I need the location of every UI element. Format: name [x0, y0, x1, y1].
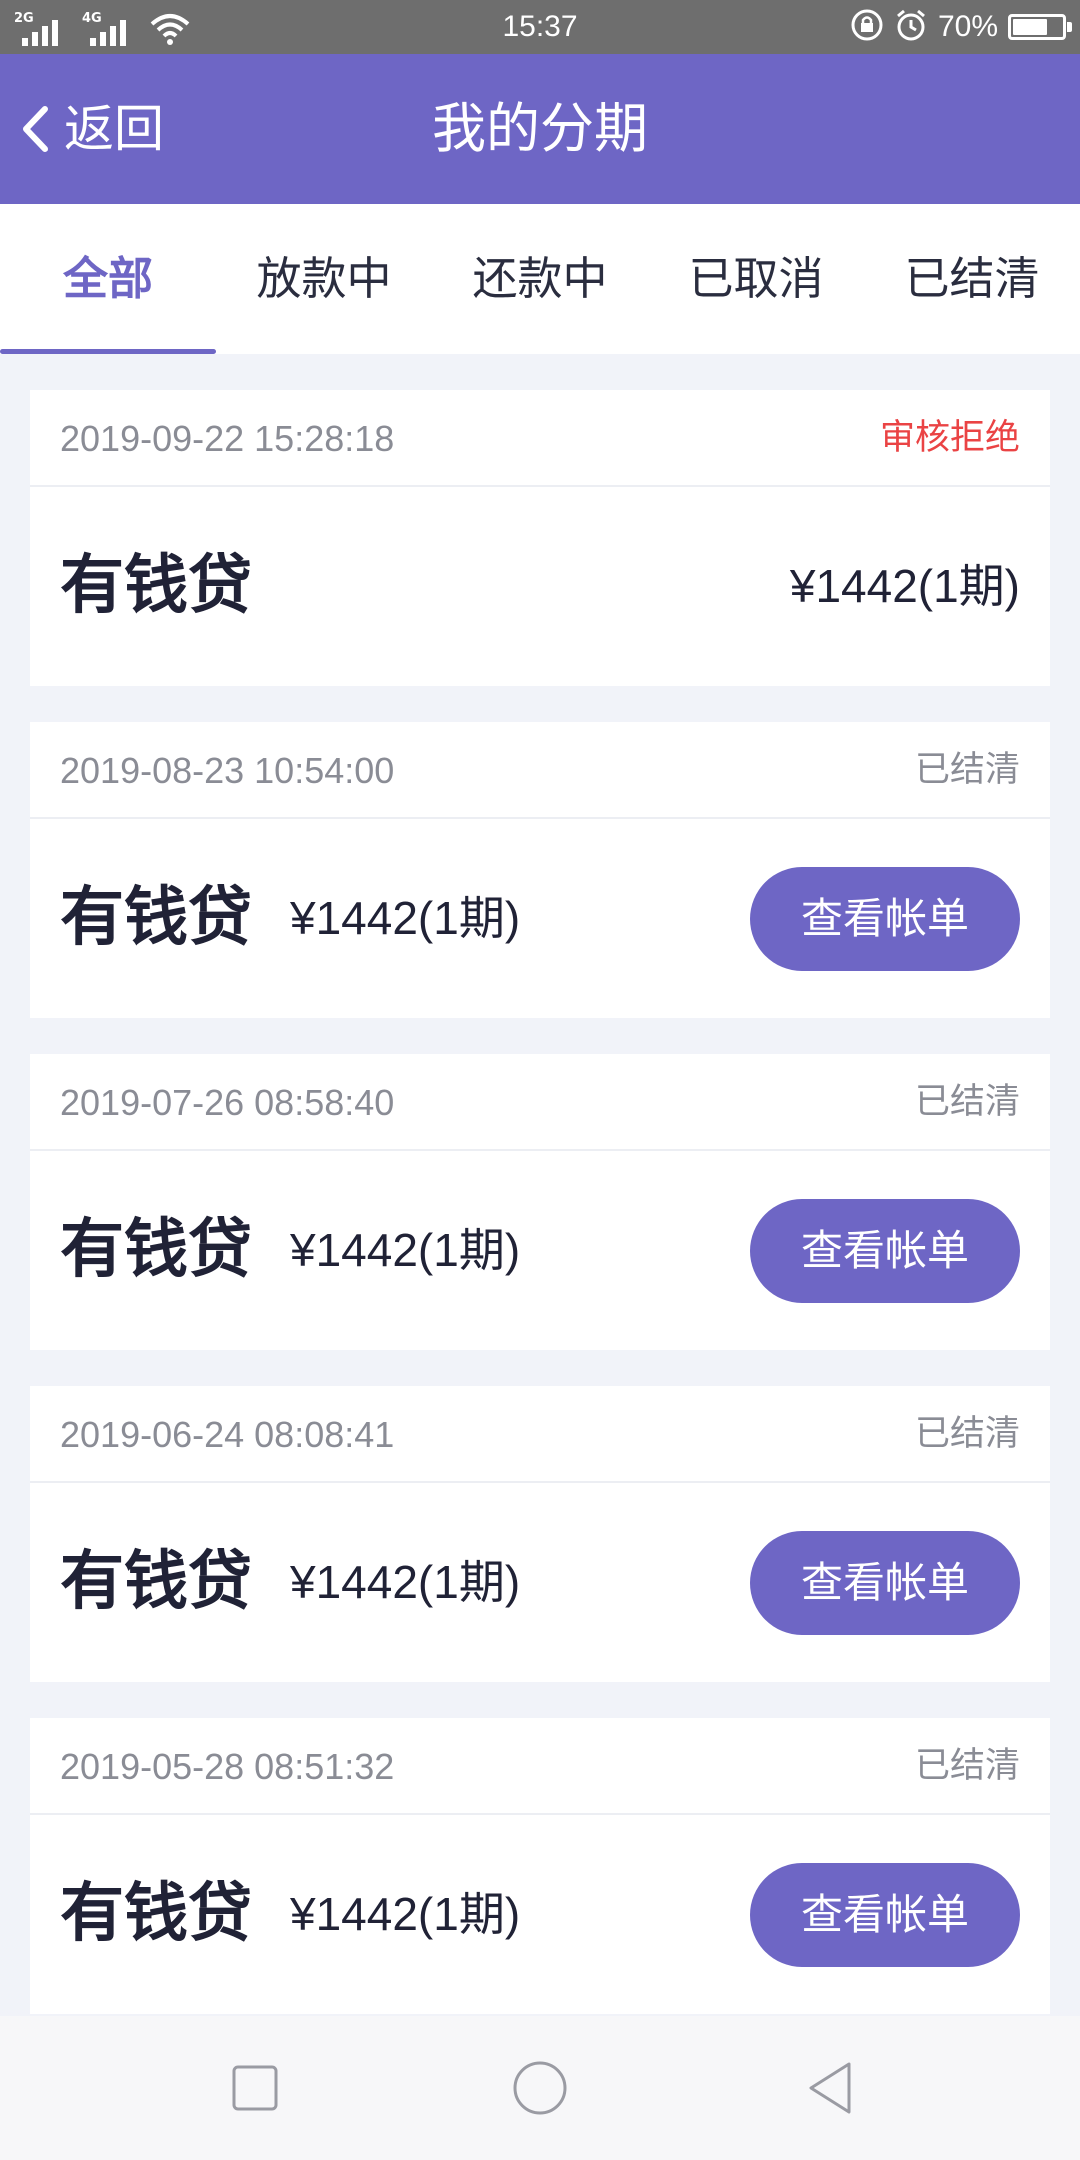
status-right: 70% — [850, 0, 1072, 54]
card-header: 2019-07-26 08:58:40 已结清 — [30, 1054, 1050, 1151]
product-name: 有钱贷 — [60, 1213, 252, 1287]
home-icon — [513, 2061, 567, 2115]
recent-apps-button[interactable] — [195, 2016, 315, 2160]
card-header: 2019-09-22 15:28:18 审核拒绝 — [30, 390, 1050, 487]
order-date: 2019-09-22 15:28:18 — [60, 418, 395, 459]
lock-rotation-icon — [850, 8, 884, 46]
order-date: 2019-08-23 10:54:00 — [60, 750, 395, 791]
status-badge: 已结清 — [914, 1414, 1020, 1454]
card-body: 有钱贷 ¥1442(1期) 查看帐单 — [30, 819, 1050, 1018]
product-name: 有钱贷 — [60, 1877, 252, 1951]
back-label: 返回 — [64, 100, 164, 158]
status-badge: 已结清 — [914, 1746, 1020, 1786]
status-badge: 审核拒绝 — [879, 418, 1020, 458]
home-button[interactable] — [480, 2016, 600, 2160]
card-header: 2019-08-23 10:54:00 已结清 — [30, 722, 1050, 819]
tab-cancelled[interactable]: 已取消 — [648, 204, 864, 354]
order-date: 2019-07-26 08:58:40 — [60, 1082, 395, 1123]
status-bar: 2G 4G 15:37 70% — [0, 0, 1080, 54]
tab-disbursing[interactable]: 放款中 — [216, 204, 432, 354]
order-amount: ¥1442(1期) — [290, 1556, 521, 1608]
app-header: 返回 我的分期 — [0, 54, 1080, 204]
status-badge: 已结清 — [914, 1082, 1020, 1122]
system-nav-bar — [0, 2016, 1080, 2160]
view-bill-button[interactable]: 查看帐单 — [750, 1199, 1020, 1303]
product-name: 有钱贷 — [60, 549, 252, 623]
tab-settled[interactable]: 已结清 — [864, 204, 1080, 354]
tab-repaying[interactable]: 还款中 — [432, 204, 648, 354]
order-amount: ¥1442(1期) — [290, 1224, 521, 1276]
battery-percent: 70% — [937, 10, 998, 43]
recent-apps-icon — [232, 2065, 278, 2111]
card-body: 有钱贷 ¥1442(1期) 查看帐单 — [30, 1483, 1050, 1682]
order-amount: ¥1442(1期) — [290, 1888, 521, 1940]
order-date: 2019-05-28 08:51:32 — [60, 1746, 395, 1787]
tab-bar: 全部 放款中 还款中 已取消 已结清 — [0, 204, 1080, 354]
card-body: 有钱贷 ¥1442(1期) 查看帐单 — [30, 1815, 1050, 2014]
system-back-button[interactable] — [770, 2016, 890, 2160]
card-header: 2019-06-24 08:08:41 已结清 — [30, 1386, 1050, 1483]
product-name: 有钱贷 — [60, 881, 252, 955]
view-bill-button[interactable]: 查看帐单 — [750, 1531, 1020, 1635]
back-button[interactable]: 返回 — [18, 54, 164, 204]
tab-all[interactable]: 全部 — [0, 204, 216, 354]
status-badge: 已结清 — [914, 750, 1020, 790]
product-name: 有钱贷 — [60, 1545, 252, 1619]
order-amount: ¥1442(1期) — [290, 892, 521, 944]
alarm-icon — [894, 8, 928, 46]
installment-card[interactable]: 2019-08-23 10:54:00 已结清 有钱贷 ¥1442(1期) 查看… — [30, 722, 1050, 1018]
installment-card[interactable]: 2019-07-26 08:58:40 已结清 有钱贷 ¥1442(1期) 查看… — [30, 1054, 1050, 1350]
battery-icon — [1008, 14, 1072, 40]
installment-list: 2019-09-22 15:28:18 审核拒绝 有钱贷 ¥1442(1期) 2… — [30, 390, 1050, 2050]
chevron-left-icon — [23, 106, 48, 152]
card-body: 有钱贷 ¥1442(1期) — [30, 487, 1050, 686]
installment-card[interactable]: 2019-06-24 08:08:41 已结清 有钱贷 ¥1442(1期) 查看… — [30, 1386, 1050, 1682]
order-date: 2019-06-24 08:08:41 — [60, 1414, 395, 1455]
card-header: 2019-05-28 08:51:32 已结清 — [30, 1718, 1050, 1815]
order-amount: ¥1442(1期) — [789, 560, 1020, 612]
back-icon — [809, 2062, 851, 2114]
installment-card[interactable]: 2019-05-28 08:51:32 已结清 有钱贷 ¥1442(1期) 查看… — [30, 1718, 1050, 2014]
card-body: 有钱贷 ¥1442(1期) 查看帐单 — [30, 1151, 1050, 1350]
view-bill-button[interactable]: 查看帐单 — [750, 867, 1020, 971]
view-bill-button[interactable]: 查看帐单 — [750, 1863, 1020, 1967]
installment-card[interactable]: 2019-09-22 15:28:18 审核拒绝 有钱贷 ¥1442(1期) — [30, 390, 1050, 686]
